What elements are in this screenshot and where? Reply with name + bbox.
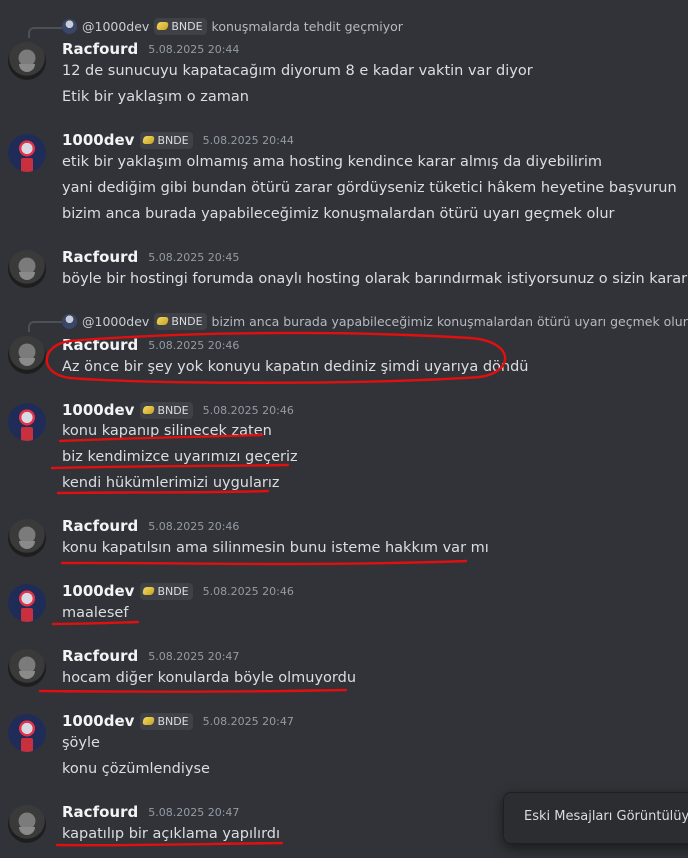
tag-icon	[142, 406, 156, 414]
timestamp: 5.08.2025 20:46	[148, 338, 240, 352]
message-line: bizim anca burada yapabileceğimiz konuşm…	[62, 206, 615, 222]
guild-tag: BNDE	[140, 582, 193, 600]
reply-connector	[28, 27, 62, 38]
annotation-underline	[38, 688, 348, 693]
reply-connector	[28, 321, 62, 332]
guild-tag: BNDE	[140, 401, 193, 419]
message-header: Racfourd 5.08.2025 20:46	[62, 335, 239, 355]
reply-text: konuşmalarda tehdit geçmiyor	[211, 18, 403, 34]
message-header: 1000dev BNDE 5.08.2025 20:47	[62, 711, 294, 731]
avatar[interactable]	[8, 649, 46, 687]
reply-username[interactable]: @1000dev	[82, 314, 149, 329]
reply-reference[interactable]: @1000dev BNDE bizim anca burada yapabile…	[62, 312, 688, 330]
message-line: konu kapatılsın ama silinmesin bunu iste…	[62, 540, 489, 556]
tag-icon	[142, 587, 156, 595]
message-line: Etik bir yaklaşım o zaman	[62, 89, 249, 105]
avatar[interactable]	[8, 519, 46, 557]
message-line: biz kendimizce uyarımızı geçeriz	[62, 449, 298, 465]
username[interactable]: Racfourd	[62, 803, 138, 821]
username[interactable]: Racfourd	[62, 40, 138, 58]
jump-to-present-bar[interactable]: Eski Mesajları Görüntülüyor	[503, 792, 688, 844]
message-header: 1000dev BNDE 5.08.2025 20:44	[62, 130, 294, 150]
username[interactable]: Racfourd	[62, 647, 138, 665]
reply-reference[interactable]: @1000dev BNDE konuşmalarda tehdit geçmiy…	[62, 17, 403, 35]
message-line: maalesef	[62, 605, 129, 621]
message-line: yani dediğim gibi bundan ötürü zarar gör…	[62, 180, 677, 196]
timestamp: 5.08.2025 20:46	[148, 519, 240, 533]
annotation-underline	[60, 559, 468, 566]
message-header: Racfourd 5.08.2025 20:45	[62, 247, 239, 267]
message-line: kapatılıp bir açıklama yapılırdı	[62, 826, 281, 842]
guild-tag: BNDE	[140, 712, 193, 730]
username[interactable]: Racfourd	[62, 248, 138, 266]
timestamp: 5.08.2025 20:47	[202, 714, 294, 728]
timestamp: 5.08.2025 20:46	[202, 403, 294, 417]
guild-tag-label: BNDE	[171, 314, 203, 328]
message-line: kendi hükümlerimizi uygularız	[62, 475, 280, 491]
message-header: Racfourd 5.08.2025 20:44	[62, 39, 239, 59]
message-header: 1000dev BNDE 5.08.2025 20:46	[62, 400, 294, 420]
tag-icon	[156, 317, 170, 325]
timestamp: 5.08.2025 20:47	[148, 805, 240, 819]
tag-icon	[142, 136, 156, 144]
guild-tag-label: BNDE	[157, 403, 189, 417]
avatar[interactable]	[8, 250, 46, 288]
avatar-small	[62, 18, 77, 34]
message-header: Racfourd 5.08.2025 20:46	[62, 516, 239, 536]
username[interactable]: 1000dev	[62, 401, 134, 419]
guild-tag: BNDE	[140, 131, 193, 149]
avatar[interactable]	[8, 134, 46, 172]
avatar[interactable]	[8, 714, 46, 752]
timestamp: 5.08.2025 20:45	[148, 250, 240, 264]
message-header: Racfourd 5.08.2025 20:47	[62, 802, 239, 822]
username[interactable]: 1000dev	[62, 582, 134, 600]
message-line: 12 de sunucuyu kapatacağım diyorum 8 e k…	[62, 63, 533, 79]
avatar[interactable]	[8, 336, 46, 374]
guild-tag-label: BNDE	[157, 714, 189, 728]
timestamp: 5.08.2025 20:47	[148, 649, 240, 663]
avatar[interactable]	[8, 584, 46, 622]
tag-icon	[156, 22, 170, 30]
username[interactable]: 1000dev	[62, 712, 134, 730]
avatar[interactable]	[8, 805, 46, 843]
avatar-small	[62, 313, 77, 329]
jump-to-present-label: Eski Mesajları Görüntülüyor	[524, 809, 688, 824]
timestamp: 5.08.2025 20:44	[148, 42, 240, 56]
username[interactable]: Racfourd	[62, 336, 138, 354]
timestamp: 5.08.2025 20:46	[202, 584, 294, 598]
message-line: şöyle	[62, 735, 100, 751]
username[interactable]: 1000dev	[62, 131, 134, 149]
message-line: Az önce bir şey yok konuyu kapatın dedin…	[62, 359, 529, 375]
reply-text: bizim anca burada yapabileceğimiz konuşm…	[211, 313, 688, 329]
message-line: konu kapanıp silinecek zaten	[62, 423, 272, 439]
guild-tag: BNDE	[154, 17, 207, 35]
guild-tag-label: BNDE	[157, 584, 189, 598]
message-header: 1000dev BNDE 5.08.2025 20:46	[62, 581, 294, 601]
guild-tag-label: BNDE	[157, 133, 189, 147]
timestamp: 5.08.2025 20:44	[202, 133, 294, 147]
reply-username[interactable]: @1000dev	[82, 19, 149, 34]
username[interactable]: Racfourd	[62, 517, 138, 535]
guild-tag-label: BNDE	[171, 19, 203, 33]
guild-tag: BNDE	[154, 312, 207, 330]
message-line: böyle bir hostingi forumda onaylı hostin…	[62, 271, 688, 287]
message-header: Racfourd 5.08.2025 20:47	[62, 646, 239, 666]
avatar[interactable]	[8, 42, 46, 80]
tag-icon	[142, 717, 156, 725]
message-line: konu çözümlendiyse	[62, 761, 210, 777]
avatar[interactable]	[8, 403, 46, 441]
message-line: etik bir yaklaşım olmamış ama hosting ke…	[62, 154, 603, 170]
message-line: hocam diğer konularda böyle olmuyordu	[62, 670, 357, 686]
